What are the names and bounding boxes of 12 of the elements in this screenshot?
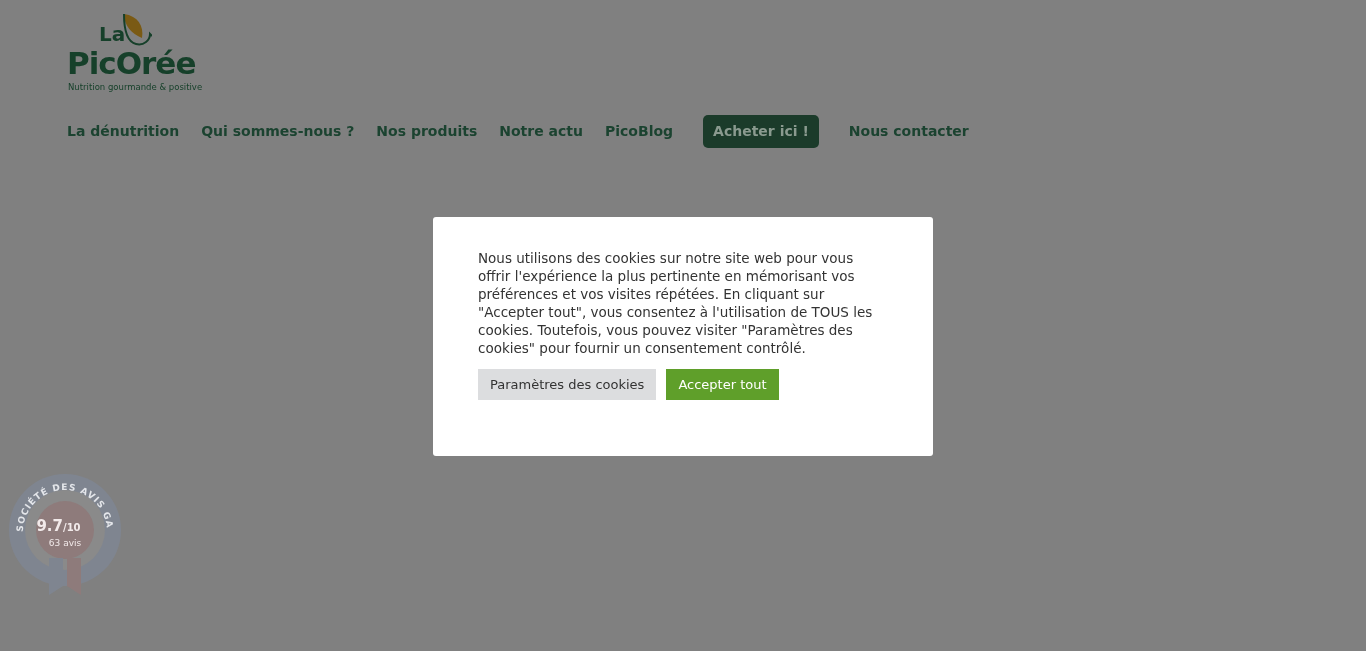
cookie-button[interactable]: Accepter tout: [666, 369, 779, 400]
cookie-button[interactable]: Paramètres des cookies: [478, 369, 657, 400]
nav-link[interactable]: La dénutrition: [67, 117, 180, 146]
nav-link[interactable]: PicoBlog: [605, 117, 674, 146]
cookie-message: Nous utilisons des cookies sur notre site web pour vous offrir l'expérience la plus pertinente en mémorisant vos préférences et vos visites répétées. En cliquant sur "Accepter tout", vous consentez à l'utilisation de TOUS les cookies. Toutefois, vous pouvez visiter "Paramètres des cookies" pour fournir un consentement contrôlé.: [478, 249, 874, 357]
nav-link[interactable]: Nos produits: [376, 117, 478, 146]
nav-link[interactable]: Nous contacter: [848, 117, 969, 146]
logo-tagline: Nutrition gourmande & positive: [68, 83, 203, 92]
logo-text: La: [99, 24, 126, 44]
nav-link[interactable]: Qui sommes-nous ?: [201, 117, 355, 146]
nav-link[interactable]: Notre actu: [499, 117, 583, 146]
logo-name: PicOrée: [67, 48, 196, 79]
